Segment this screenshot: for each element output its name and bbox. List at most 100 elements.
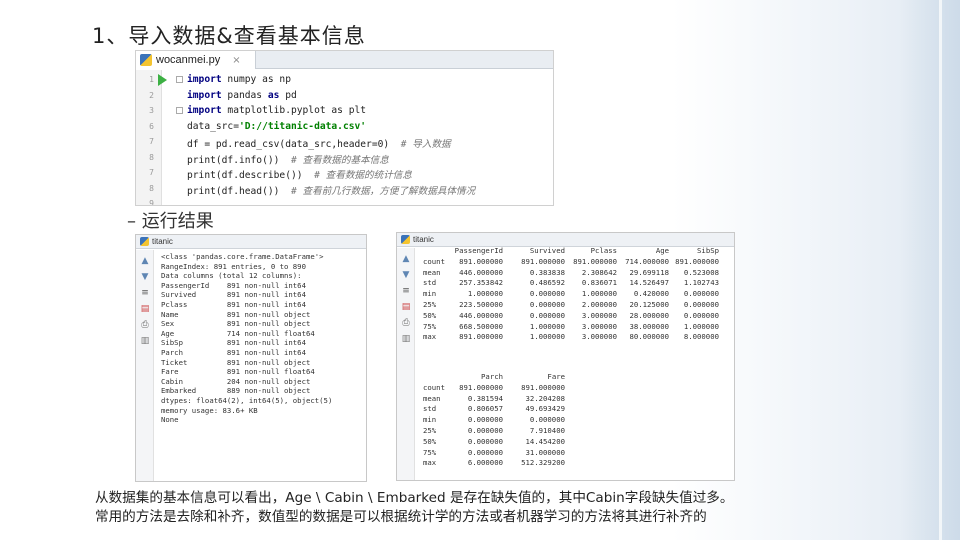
code-text: data_src='D://titanic-data.csv' [187,121,366,132]
console-line: Fare 891 non-null float64 [161,367,315,377]
arrow-down-icon[interactable]: ▼ [140,272,150,282]
table-cell: 2.000000 [581,299,617,309]
row-label: max [423,332,437,342]
row-label: 75% [423,447,437,457]
code-text: df = pd.read_csv(data_src,header=0) # 导入… [187,136,451,150]
table-cell: 446.000000 [459,267,503,277]
row-label: count [423,382,445,392]
console-line: Data columns (total 12 columns): [161,271,302,281]
console-line: Name 891 non-null object [161,309,311,319]
editor-tab-wocanmei[interactable]: wocanmei.py × [136,51,256,69]
run-icon[interactable] [158,74,167,86]
run-panel-header: titanic [136,235,366,249]
slide-paragraph: 从数据集的基本信息可以看出，Age \ Cabin \ Embarked 是存在… [95,489,734,526]
console-line: RangeIndex: 891 entries, 0 to 890 [161,261,306,271]
code-token: df = pd.read_csv(data_src,header=0) [187,139,401,150]
console-line: Ticket 891 non-null object [161,357,311,367]
code-area[interactable]: 1 import numpy as np 2 import pandas as pd 3… [136,73,553,205]
row-label: min [423,289,437,299]
table-cell: 0.000000 [683,310,719,320]
print-icon[interactable]: ⎙ [401,318,411,328]
fold-marker-icon[interactable] [176,76,183,83]
code-line[interactable]: 9 [136,197,553,205]
console-line: Sex 891 non-null object [161,319,311,329]
table-cell: 0.000000 [529,299,565,309]
console-output: <class 'pandas.core.frame.DataFrame'> Ran… [161,252,364,425]
console-line: Age 714 non-null float64 [161,328,315,338]
table-cell: 0.000000 [467,425,503,435]
table-header-row: Parch Fare [423,372,565,383]
console-line: Cabin 204 non-null object [161,376,311,386]
table-cell: 223.500000 [459,299,503,309]
line-number: 1 [149,75,154,84]
code-line[interactable]: 3 import matplotlib.pyplot as plt [136,104,553,120]
table-row: mean 0.381594 32.204208 [423,394,565,405]
table-header-cell: Parch [481,372,503,381]
code-token: numpy as np [221,74,291,85]
table-cell: 714.000000 [625,256,669,266]
row-label: std [423,278,437,288]
table-row: 75% 668.500000 1.000000 3.000000 38.000000 1.… [423,322,734,333]
python-file-icon [140,54,152,66]
row-label: max [423,458,437,468]
line-number: 6 [149,121,154,131]
code-line[interactable]: 8 print(df.head()) # 查看前几行数据，方便了解数据具体情况 [136,182,553,198]
scroll-to-end-icon[interactable]: ▤ [140,304,150,314]
table-cell: 891.000000 [459,256,503,266]
row-label: 25% [423,299,437,309]
code-token: pd [279,89,297,101]
code-token: # 导入数据 [400,139,451,150]
table-cell: 891.000000 [521,256,565,266]
console-line: <class 'pandas.core.frame.DataFrame'> [161,252,324,261]
table-cell: 0.381594 [467,393,503,403]
slide-side-decoration [900,0,960,540]
table-cell: 1.000000 [529,332,565,342]
table-header-cell: SibSp [697,246,719,255]
editor-tab-bar: wocanmei.py × [136,51,553,69]
code-line[interactable]: 1 import numpy as np [136,73,553,89]
table-cell: 0.523008 [683,267,719,277]
run-panel-info: titanic ▲ ▼ ≡ ▤ ⎙ ▥ <class 'pandas.core.… [135,234,367,482]
code-line[interactable]: 2 import pandas as pd [136,89,553,105]
soft-wrap-icon[interactable]: ≡ [140,288,150,298]
run-panel-title: titanic [413,235,434,244]
trash-icon[interactable]: ▥ [401,334,411,344]
table-row: 50% 446.000000 0.000000 3.000000 28.000000 0.… [423,310,734,322]
code-token: data_src= [187,120,239,132]
table-cell: 14.526497 [629,278,669,288]
code-text: import matplotlib.pyplot as plt [187,105,366,116]
arrow-down-icon[interactable]: ▼ [401,270,411,280]
scroll-to-end-icon[interactable]: ▤ [401,302,411,312]
table-header-cell [423,372,451,383]
arrow-up-icon[interactable]: ▲ [401,254,411,264]
code-line[interactable]: 6 data_src='D://titanic-data.csv' [136,120,553,136]
code-line[interactable]: 7 print(df.describe()) # 查看数据的统计信息 [136,166,553,182]
run-panel-title: titanic [152,237,173,246]
code-line[interactable]: 8 print(df.info()) # 查看数据的基本信息 [136,151,553,167]
trash-icon[interactable]: ▥ [140,336,150,346]
code-token: # 查看数据的基本信息 [290,154,389,166]
close-icon[interactable]: × [232,55,240,66]
row-label: 50% [423,436,437,446]
table-row: min 0.000000 0.000000 [423,415,565,426]
table-cell: 891.000000 [459,382,503,392]
print-icon[interactable]: ⎙ [140,320,150,330]
table-cell: 0.000000 [683,299,719,309]
table-cell: 1.000000 [467,289,503,299]
table-row: std 0.806057 49.693429 [423,404,565,415]
row-label: count [423,256,445,266]
arrow-up-icon[interactable]: ▲ [140,256,150,266]
table-cell: 32.204208 [525,393,565,403]
line-number: 7 [149,137,154,146]
soft-wrap-icon[interactable]: ≡ [401,286,411,296]
fold-marker-icon[interactable] [176,107,183,114]
table-cell: 891.000000 [675,256,719,266]
run-panel-header: titanic [397,233,734,247]
table-header-row: PassengerId Survived Pclass Age SibSp\ [423,246,734,257]
code-line[interactable]: 7 df = pd.read_csv(data_src,header=0) # 导… [136,135,553,151]
line-number: 3 [149,106,154,115]
table-cell: 512.329200 [521,458,565,468]
table-cell: 1.102743 [683,278,719,288]
row-label: min [423,415,437,425]
paragraph-line-2: 常用的方法是去除和补齐，数值型的数据是可以根据统计学的方法或者机器学习的方法将其… [95,508,707,525]
